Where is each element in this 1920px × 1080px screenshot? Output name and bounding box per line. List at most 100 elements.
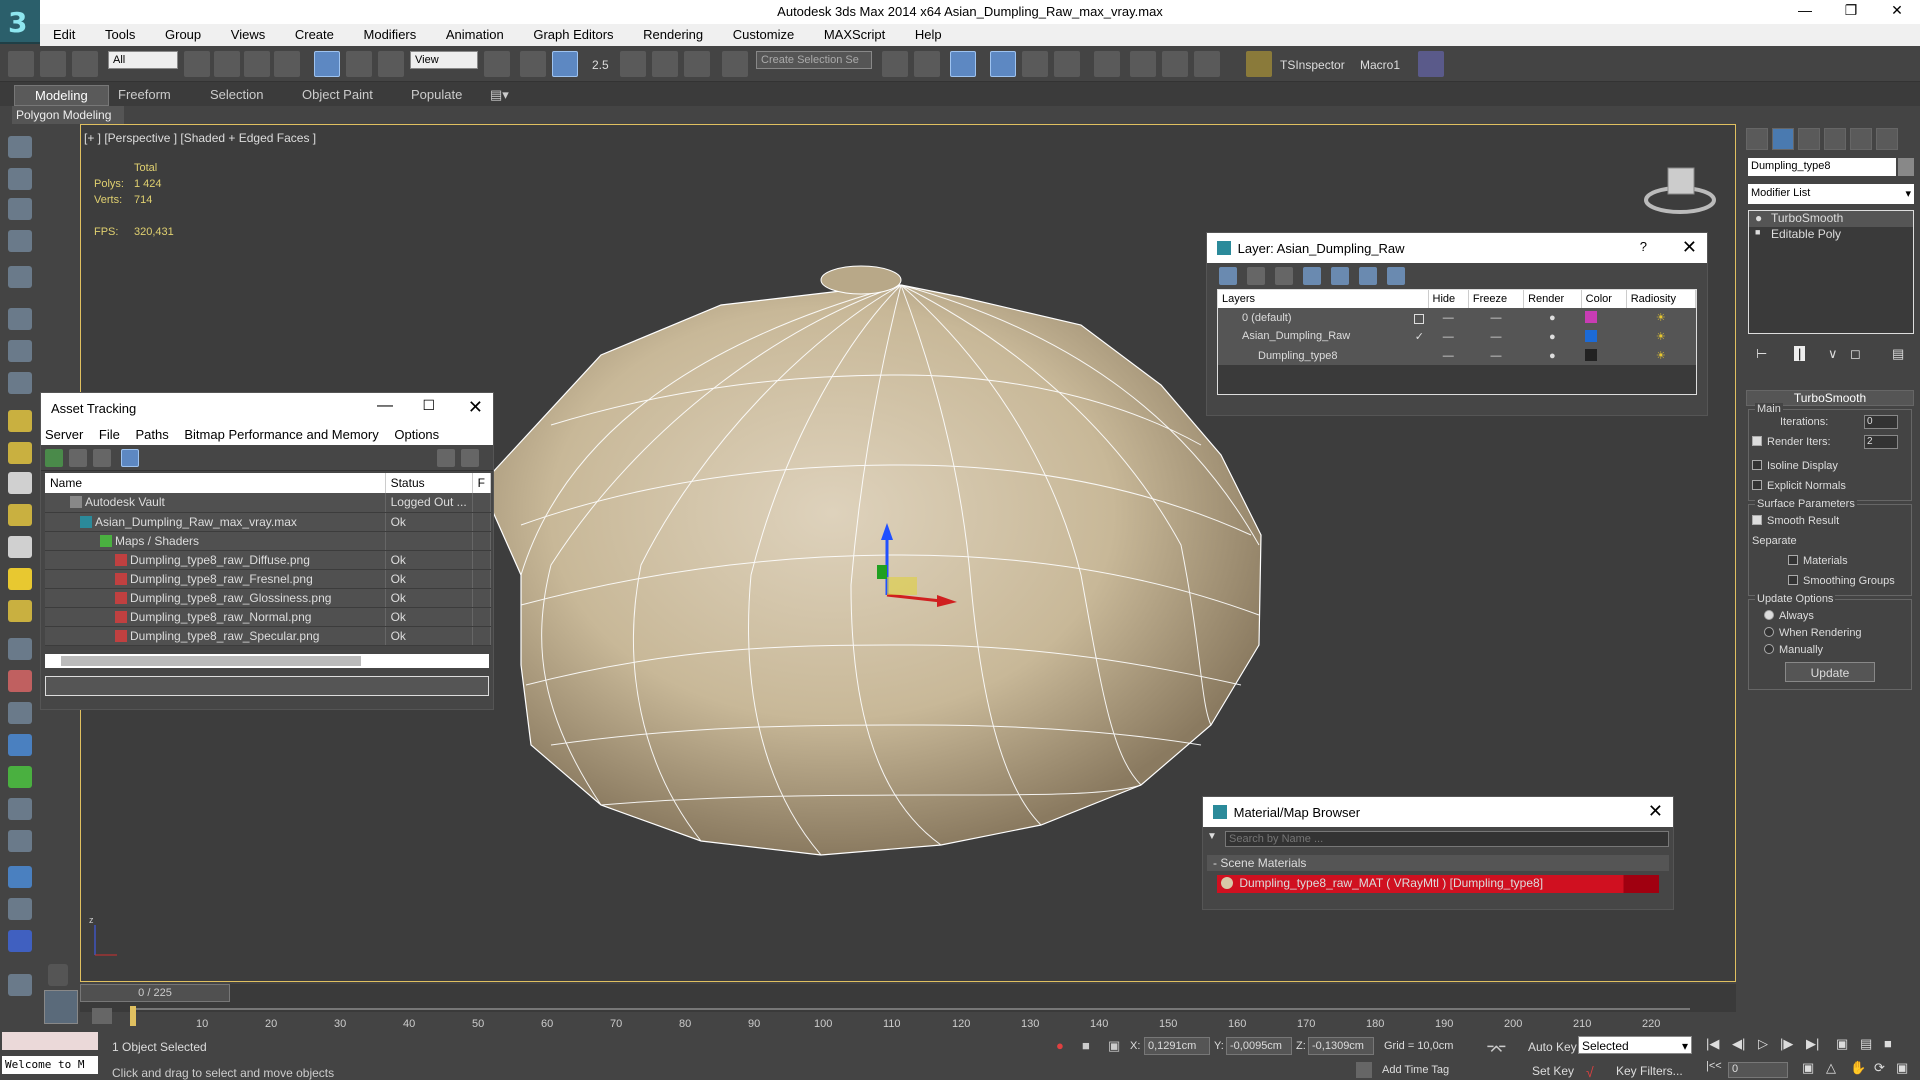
explicit-normals-checkbox[interactable]	[1752, 480, 1762, 490]
menu-help[interactable]: Help	[902, 24, 955, 42]
layer-titlebar[interactable]: Layer: Asian_Dumpling_Raw ? ✕	[1207, 233, 1707, 263]
schematic-view-icon[interactable]	[1054, 51, 1080, 77]
viewport-label[interactable]: [+ ] [Perspective ] [Shaded + Edged Face…	[84, 131, 316, 145]
time-slider[interactable]: 0 / 225	[80, 984, 230, 1002]
layer-color-swatch[interactable]	[1585, 330, 1598, 342]
hair-icon[interactable]	[8, 798, 32, 820]
table-row[interactable]: Autodesk Vault Logged Out ...	[45, 493, 492, 513]
isoline-display-checkbox[interactable]	[1752, 460, 1762, 470]
auto-key-button[interactable]: Auto Key	[1528, 1040, 1577, 1054]
add-to-layer-icon[interactable]	[1275, 267, 1293, 285]
teapot-icon[interactable]: ●	[1523, 346, 1582, 365]
list-view-icon[interactable]	[69, 449, 87, 467]
menu-edit[interactable]: Edit	[40, 24, 88, 42]
maxscript-mini-listener[interactable]: Welcome to M	[2, 1056, 98, 1074]
curve-editor-icon[interactable]	[1022, 51, 1048, 77]
script-icon[interactable]	[8, 974, 32, 996]
iterations-spinner[interactable]: 0	[1864, 415, 1898, 429]
settings-icon[interactable]	[461, 449, 479, 467]
create-layer-icon[interactable]	[1219, 267, 1237, 285]
asset-menu-file[interactable]: File	[99, 427, 120, 442]
ribbon-tab-object-paint[interactable]: Object Paint	[302, 87, 373, 102]
geosphere-icon[interactable]	[8, 600, 32, 622]
highlight-selected-icon[interactable]	[1331, 267, 1349, 285]
smooth-result-checkbox[interactable]	[1752, 515, 1762, 525]
table-row[interactable]: Dumpling_type8_raw_Diffuse.png Ok	[45, 550, 492, 570]
go-to-end-icon[interactable]: ▶|	[1806, 1036, 1819, 1052]
cone-icon[interactable]	[8, 536, 32, 558]
grid-icon[interactable]	[8, 230, 32, 252]
box-icon[interactable]	[8, 410, 32, 432]
key-mode-dropdown[interactable]: Selected ▾	[1578, 1036, 1692, 1054]
ribbon-toggle-icon[interactable]	[990, 51, 1016, 77]
column-color[interactable]: Color	[1581, 290, 1627, 308]
motion-tab-icon[interactable]	[1824, 128, 1846, 150]
asset-menu-paths[interactable]: Paths	[136, 427, 169, 442]
pin-stack-icon[interactable]: ⊢	[1756, 346, 1767, 362]
macro1-button[interactable]: Macro1	[1360, 58, 1400, 72]
ribbon-tab-selection[interactable]: Selection	[210, 87, 263, 102]
dynamics-icon[interactable]	[8, 670, 32, 692]
table-row[interactable]: Asian_Dumpling_Raw ✓ — — ● ☀	[1218, 327, 1696, 346]
track-bar-icon[interactable]	[92, 1008, 112, 1024]
window-crossing-icon[interactable]	[274, 51, 300, 77]
make-unique-icon[interactable]: ∨	[1828, 346, 1838, 362]
align-icon[interactable]	[914, 51, 940, 77]
menu-rendering[interactable]: Rendering	[630, 24, 716, 42]
column-radiosity[interactable]: Radiosity	[1626, 290, 1697, 308]
percent-snap-icon[interactable]	[652, 51, 678, 77]
particles-icon[interactable]	[8, 638, 32, 660]
angle-snap-icon[interactable]	[620, 51, 646, 77]
menu-group[interactable]: Group	[152, 24, 214, 42]
rectangular-selection-icon[interactable]	[244, 51, 270, 77]
zoom-extents-icon[interactable]: ■	[1884, 1036, 1892, 1051]
table-row[interactable]: Maps / Shaders	[45, 531, 492, 551]
materials-checkbox[interactable]	[1788, 555, 1798, 565]
minimize-button[interactable]: —	[1790, 2, 1820, 18]
stack-item-turbosmooth[interactable]: ● TurboSmooth	[1749, 211, 1913, 227]
menu-views[interactable]: Views	[218, 24, 278, 42]
globe-icon[interactable]	[8, 866, 32, 888]
sun-icon[interactable]	[8, 568, 32, 590]
select-and-manipulate-icon[interactable]	[520, 51, 546, 77]
previous-frame-icon[interactable]: ◀|	[1732, 1036, 1745, 1052]
menu-maxscript[interactable]: MAXScript	[811, 24, 898, 42]
isolate-icon[interactable]: ●	[1056, 1038, 1070, 1054]
table-row[interactable]: Dumpling_type8_raw_Normal.png Ok	[45, 607, 492, 627]
teapot-icon[interactable]	[8, 136, 32, 158]
layer-color-swatch[interactable]	[1585, 349, 1598, 361]
mixer-icon[interactable]	[8, 930, 32, 952]
smoothing-groups-checkbox[interactable]	[1788, 575, 1798, 585]
table-row[interactable]: 0 (default) — — ● ☀	[1218, 308, 1696, 327]
compound-icon[interactable]	[8, 702, 32, 724]
current-layer-box[interactable]	[1414, 313, 1424, 324]
hide-all-icon[interactable]	[1359, 267, 1377, 285]
freeze-all-icon[interactable]	[1387, 267, 1405, 285]
asset-minimize-button[interactable]: —	[377, 397, 393, 415]
macro-icon[interactable]	[1418, 51, 1444, 77]
time-config-icon[interactable]: ▣	[1802, 1060, 1814, 1076]
column-status[interactable]: Status	[385, 473, 473, 493]
asset-menu-bitmap[interactable]: Bitmap Performance and Memory	[184, 427, 378, 442]
table-view-icon[interactable]	[121, 449, 139, 467]
z-coordinate-field[interactable]: -0,1309cm	[1308, 1037, 1374, 1055]
list-icon[interactable]	[8, 198, 32, 220]
modify-tab-icon[interactable]	[1772, 128, 1794, 150]
app-logo[interactable]: 3	[0, 0, 40, 44]
show-end-result-icon[interactable]: |	[1794, 346, 1806, 361]
close-button[interactable]: ✕	[1882, 2, 1912, 19]
absolute-mode-icon[interactable]: ▣	[1108, 1038, 1122, 1054]
reference-coordinate-dropdown[interactable]: View	[410, 51, 478, 69]
teapot-icon[interactable]: ●	[1523, 308, 1582, 327]
manually-radio[interactable]	[1764, 644, 1774, 654]
column-render[interactable]: Render	[1523, 290, 1582, 308]
asset-horizontal-scrollbar[interactable]	[45, 653, 489, 668]
link-icon[interactable]	[8, 51, 34, 77]
menu-animation[interactable]: Animation	[433, 24, 517, 42]
set-key-icon[interactable]: √	[1586, 1064, 1594, 1080]
scrollbar-thumb[interactable]	[61, 655, 361, 666]
layer-close-button[interactable]: ✕	[1682, 237, 1697, 258]
material-item[interactable]: Dumpling_type8_raw_MAT ( VRayMtl ) [Dump…	[1217, 875, 1659, 893]
x-coordinate-field[interactable]: 0,1291cm	[1144, 1037, 1210, 1055]
maxscript-listener-pink[interactable]	[2, 1032, 98, 1050]
